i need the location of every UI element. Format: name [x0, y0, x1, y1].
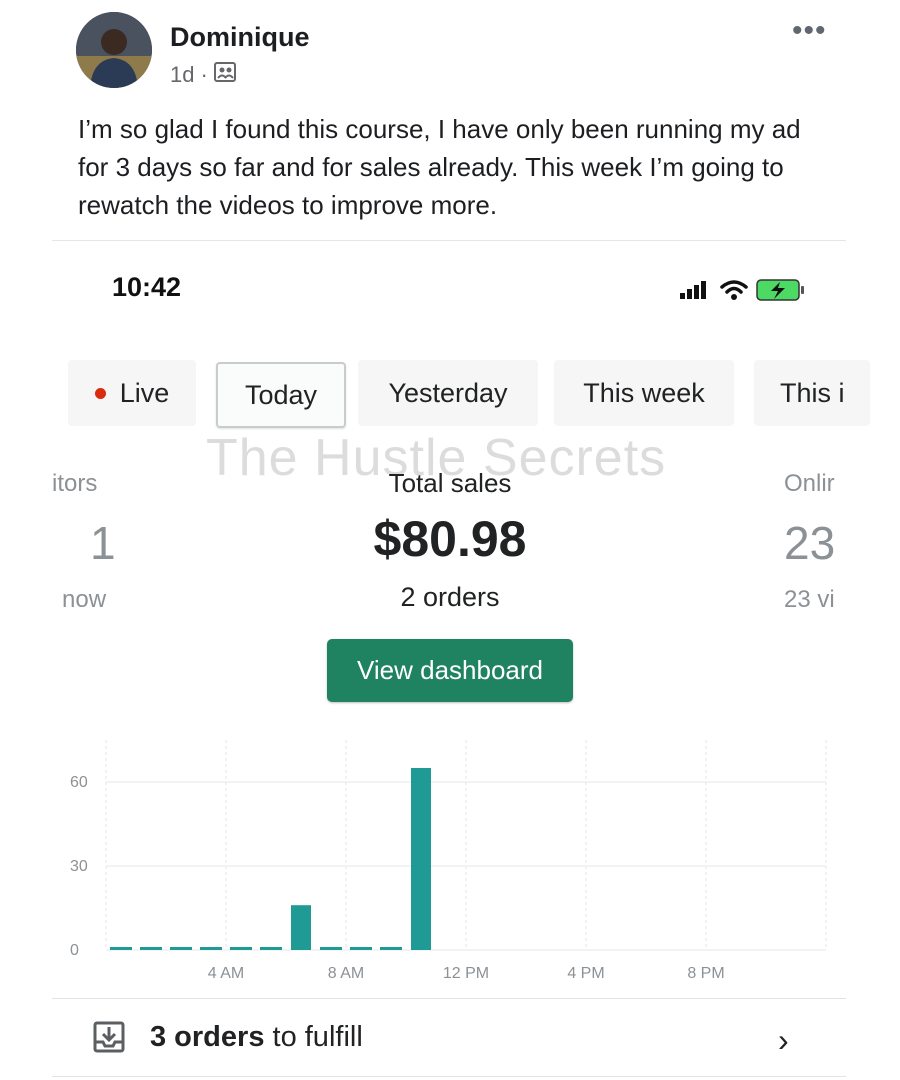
x-tick-label: 8 PM [687, 965, 724, 982]
status-icons [678, 278, 806, 302]
online-store-sub: 23 vi [784, 586, 835, 613]
tab-this-month[interactable]: This i [754, 360, 870, 426]
total-sales-label: Total sales [388, 468, 512, 498]
author-avatar[interactable] [76, 12, 152, 88]
chart-bar [350, 947, 372, 950]
post-divider [52, 240, 846, 241]
tab-live[interactable]: Live [68, 360, 196, 426]
x-tick-label: 8 AM [328, 965, 364, 982]
online-store-value: 23 [784, 517, 836, 569]
chart-bar [110, 947, 132, 950]
group-audience-icon [213, 62, 236, 88]
orders-to-fulfill-row[interactable]: 3 orders to fulfill [92, 1020, 363, 1054]
tab-this-week[interactable]: This week [554, 360, 734, 426]
chart-bar [411, 768, 431, 950]
y-tick-label: 0 [70, 942, 79, 959]
chart-bar [291, 905, 311, 950]
chart-bar [380, 947, 402, 950]
signal-icon [680, 281, 706, 299]
live-indicator-icon [94, 387, 106, 399]
chart-bar [170, 947, 192, 950]
tab-yesterday-label: Yesterday [388, 377, 508, 408]
author-name[interactable]: Dominique [170, 22, 310, 53]
tab-this-month-label: This i [780, 377, 845, 408]
post-time[interactable]: 1d [170, 62, 194, 88]
date-range-tabs: Live Today Yesterday This week This i [68, 360, 870, 430]
x-tick-label: 4 AM [208, 965, 244, 982]
online-store-label: Onlir [784, 470, 835, 497]
tab-yesterday[interactable]: Yesterday [358, 360, 538, 426]
orders-count: 2 orders [400, 582, 500, 612]
y-tick-label: 60 [70, 774, 88, 791]
chart-bar [320, 947, 342, 950]
battery-charging-icon [756, 279, 804, 301]
total-sales-value: $80.98 [373, 511, 527, 567]
x-tick-label: 12 PM [443, 965, 489, 982]
post-text: I’m so glad I found this course, I have … [78, 114, 801, 220]
bottom-divider [52, 1076, 846, 1077]
more-options-icon[interactable]: ••• [792, 14, 827, 48]
fulfill-text: 3 orders to fulfill [150, 1021, 363, 1054]
post-meta: 1d · [170, 62, 236, 88]
chart-bar [260, 947, 282, 950]
view-dashboard-button[interactable]: View dashboard [327, 639, 573, 702]
chart-bar [140, 947, 162, 950]
x-tick-label: 4 PM [567, 965, 604, 982]
sales-chart: 0 30 60 4 AM 8 AM 12 PM 4 PM 8 PM [70, 740, 827, 982]
tab-live-label: Live [119, 377, 170, 408]
status-bar-time: 10:42 [112, 272, 182, 302]
wifi-icon [720, 280, 748, 300]
meta-separator: · [200, 62, 208, 87]
fulfill-count: 3 orders [150, 1020, 265, 1053]
chart-bar [230, 947, 252, 950]
chevron-right-icon[interactable]: › [778, 1022, 789, 1059]
fulfill-divider [52, 998, 846, 999]
tab-today-label: Today [244, 379, 318, 410]
chart-bar [200, 947, 222, 950]
tab-today[interactable]: Today [216, 362, 346, 428]
tab-this-week-label: This week [583, 377, 705, 408]
y-tick-label: 30 [70, 858, 88, 875]
fulfill-rest: to fulfill [264, 1020, 363, 1053]
inbox-download-icon [93, 1021, 125, 1053]
